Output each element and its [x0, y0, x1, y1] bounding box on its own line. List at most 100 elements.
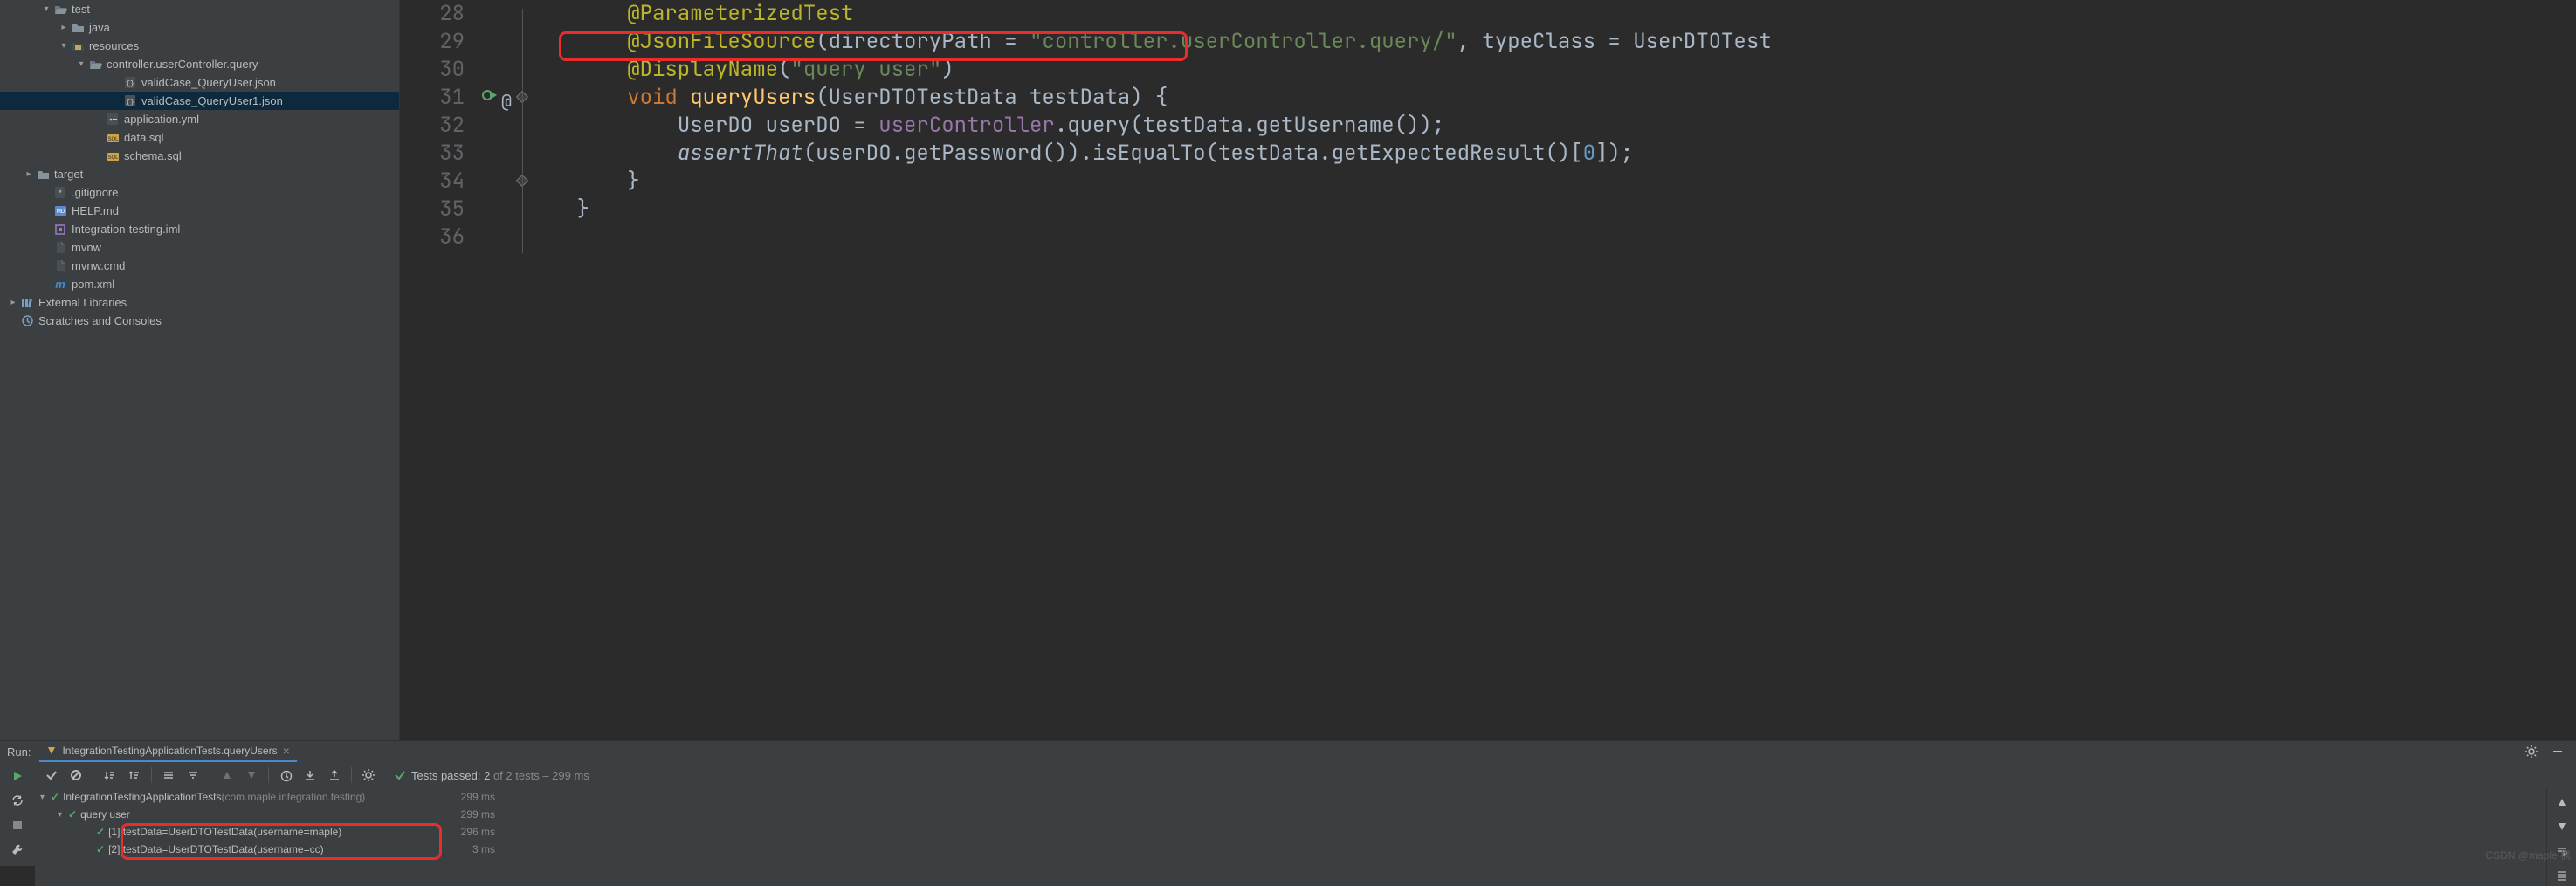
line-number: 29 [400, 28, 465, 56]
tree-item[interactable]: Scratches and Consoles [0, 312, 399, 330]
show-ignored-button[interactable] [65, 765, 87, 786]
check-icon: ✓ [51, 791, 59, 803]
up-button[interactable] [2551, 792, 2573, 813]
chevron-icon[interactable]: ▾ [58, 41, 70, 51]
prev-failed-button[interactable] [216, 765, 238, 786]
tree-item[interactable]: {}validCase_QueryUser1.json [0, 92, 399, 110]
tree-item[interactable]: SQLschema.sql [0, 147, 399, 165]
yaml-file-icon [105, 113, 121, 127]
code-line[interactable]: UserDO userDO = userController.query(tes… [527, 112, 2576, 140]
file-icon [52, 259, 68, 273]
watermark: CSDN @maple 枫 [2485, 848, 2571, 862]
rerun-button[interactable] [5, 766, 30, 786]
code-line[interactable]: @ParameterizedTest [527, 0, 2576, 28]
chevron-icon[interactable]: ▸ [7, 298, 19, 307]
scroll-end-button[interactable] [2551, 865, 2573, 886]
fold-guide [522, 9, 523, 253]
chevron-icon[interactable]: ▾ [58, 810, 68, 820]
test-tree-row[interactable]: ▾✓ IntegrationTestingApplicationTests (co… [35, 788, 502, 806]
show-passed-button[interactable] [40, 765, 63, 786]
tree-item[interactable]: ▾controller.userController.query [0, 55, 399, 73]
wrench-button[interactable] [5, 839, 30, 860]
tree-item[interactable]: ▾ test [0, 0, 399, 18]
tree-item[interactable]: {}validCase_QueryUser.json [0, 73, 399, 92]
tree-item-label: HELP.md [72, 204, 119, 217]
test-label: IntegrationTestingApplicationTests [63, 791, 221, 803]
tree-item-label: validCase_QueryUser1.json [141, 94, 283, 107]
tree-item-label: mvnw.cmd [72, 259, 125, 272]
import-button[interactable] [299, 765, 321, 786]
tree-item[interactable]: ▸ External Libraries [0, 293, 399, 312]
code-line[interactable]: assertThat(userDO.getPassword()).isEqual… [527, 140, 2576, 168]
tree-item-label: test [72, 3, 90, 16]
chevron-icon[interactable]: ▾ [40, 4, 52, 14]
json-file-icon: {} [122, 94, 138, 108]
tree-item[interactable]: ▸ java [0, 18, 399, 37]
svg-text:SQL: SQL [107, 155, 119, 161]
tree-item[interactable]: MDHELP.md [0, 202, 399, 220]
sort-up-button[interactable] [123, 765, 146, 786]
line-number: 36 [400, 223, 465, 251]
next-failed-button[interactable] [240, 765, 263, 786]
test-tree[interactable]: ▾✓IntegrationTestingApplicationTests (co… [35, 788, 502, 886]
line-number: 30 [400, 56, 465, 84]
settings-icon[interactable] [2520, 741, 2543, 762]
tree-item[interactable]: SQLdata.sql [0, 128, 399, 147]
sql-file-icon: SQL [105, 149, 121, 163]
stop-button[interactable] [5, 814, 30, 835]
tree-item[interactable]: mvnw.cmd [0, 257, 399, 275]
tree-item[interactable]: ▸target [0, 165, 399, 183]
line-number: 34 [400, 168, 465, 196]
collapse-all-button[interactable] [182, 765, 204, 786]
sort-down-button[interactable] [99, 765, 121, 786]
check-icon [394, 769, 406, 781]
test-duration: 299 ms [461, 808, 495, 821]
tree-item[interactable]: ▾resources [0, 37, 399, 55]
run-gutter-icon[interactable] [482, 87, 498, 103]
test-package: (com.maple.integration.testing) [222, 791, 366, 803]
code-line[interactable] [527, 223, 2576, 251]
tree-item-label: java [89, 21, 110, 34]
tree-item[interactable]: application.yml [0, 110, 399, 128]
run-config-icon [46, 745, 57, 756]
project-tree: ▾test▸java▾resources▾controller.userCont… [0, 0, 400, 740]
editor-code-area[interactable]: @ParameterizedTest @JsonFileSource(direc… [527, 0, 2576, 740]
test-duration: 296 ms [461, 826, 495, 838]
chevron-icon[interactable]: ▸ [58, 23, 70, 32]
expand-all-button[interactable] [157, 765, 180, 786]
tree-item-label: pom.xml [72, 278, 114, 291]
tree-item[interactable]: *.gitignore [0, 183, 399, 202]
hide-panel-icon[interactable] [2546, 741, 2569, 762]
test-toolbar: Tests passed: 2 of 2 tests – 299 ms [35, 762, 2576, 788]
down-button[interactable] [2551, 816, 2573, 837]
chevron-icon[interactable]: ▾ [40, 793, 51, 802]
test-tree-row[interactable]: ▾✓query user299 ms [35, 806, 502, 823]
test-output[interactable] [502, 788, 2546, 886]
test-duration: 299 ms [461, 791, 495, 803]
code-line[interactable]: void queryUsers(UserDTOTestData testData… [527, 84, 2576, 112]
chevron-icon[interactable]: ▸ [23, 169, 35, 179]
code-line[interactable]: } [527, 168, 2576, 196]
json-file-icon: {} [122, 76, 138, 90]
tests-passed-status: Tests passed: 2 of 2 tests – 299 ms [394, 769, 589, 782]
history-button[interactable] [274, 765, 297, 786]
run-panel: Run: IntegrationTestingApplicationTests.… [0, 740, 2576, 866]
code-editor[interactable]: 282930313233343536 @ @ParameterizedTest … [400, 0, 2576, 740]
annotation-gutter-icon: @ [501, 87, 512, 115]
tree-item-label: External Libraries [38, 296, 127, 309]
editor-gutter: 282930313233343536 [400, 0, 479, 740]
code-line[interactable]: } [527, 196, 2576, 223]
close-tab-icon[interactable]: × [283, 744, 290, 758]
iml-file-icon [52, 223, 68, 237]
export-button[interactable] [323, 765, 346, 786]
tree-item[interactable]: Integration-testing.iml [0, 220, 399, 238]
tree-item-label: Integration-testing.iml [72, 223, 180, 236]
sql-file-icon: SQL [105, 131, 121, 145]
toggle-auto-button[interactable] [5, 790, 30, 811]
tree-item-label: application.yml [124, 113, 199, 126]
tree-item[interactable]: mpom.xml [0, 275, 399, 293]
run-tab[interactable]: IntegrationTestingApplicationTests.query… [39, 741, 296, 762]
tree-item[interactable]: mvnw [0, 238, 399, 257]
chevron-icon[interactable]: ▾ [75, 59, 87, 69]
test-settings-button[interactable] [357, 765, 380, 786]
